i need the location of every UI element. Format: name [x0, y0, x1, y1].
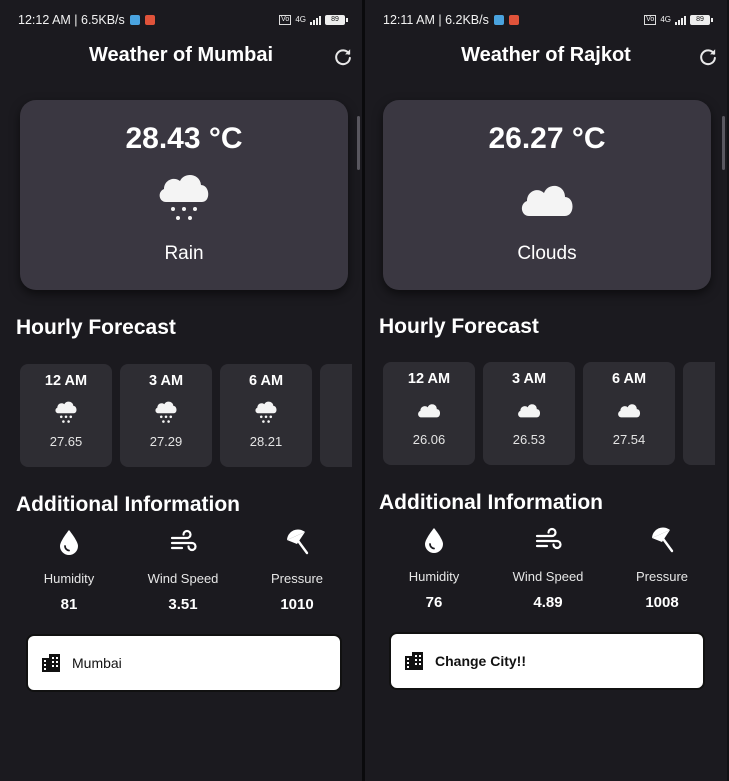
hourly-forecast-list[interactable]: 12 AM 27.65 3 AM 27.29 6 AM 28.21	[20, 364, 352, 468]
pressure-item: Pressure 1008	[607, 526, 717, 611]
forecast-temperature: 26.06	[412, 432, 446, 447]
status-time: 12:11 AM | 6.2KB/s	[383, 13, 489, 27]
hourly-forecast-title: Hourly Forecast	[16, 316, 176, 339]
info-value: 3.51	[168, 596, 198, 613]
scrollbar[interactable]	[722, 116, 725, 170]
info-value: 4.89	[533, 594, 563, 611]
hourly-forecast-card: 6 AM 27.54	[583, 362, 675, 465]
forecast-temperature: 27.65	[49, 434, 83, 449]
info-label: Wind Speed	[512, 569, 584, 584]
current-temperature: 26.27 °C	[488, 122, 606, 155]
forecast-time: 3 AM	[148, 373, 184, 389]
additional-info-row: Humidity 81 Wind Speed 3.51 Pressure 101…	[12, 528, 354, 613]
hourly-forecast-list[interactable]: 12 AM 26.06 3 AM 26.53 6 AM 27.54	[383, 362, 715, 466]
hourly-forecast-card: 3 AM 27.29	[120, 364, 212, 467]
current-weather-card: 28.43 °C Rain	[20, 100, 348, 290]
hourly-forecast-card: 3 AM 26.53	[483, 362, 575, 465]
forecast-temperature: 28.21	[249, 434, 283, 449]
water-drop-icon	[60, 530, 78, 555]
hourly-forecast-card: 6 AM 28.21	[220, 364, 312, 467]
rain-cloud-icon	[255, 401, 277, 423]
rain-cloud-icon	[55, 401, 77, 423]
info-value: 1008	[645, 594, 679, 611]
info-label: Pressure	[270, 571, 324, 586]
hourly-forecast-card-partial	[320, 364, 352, 467]
forecast-time: 6 AM	[611, 371, 647, 387]
hourly-forecast-card: 12 AM 27.65	[20, 364, 112, 467]
humidity-item: Humidity 76	[379, 526, 489, 611]
wind-speed-item: Wind Speed 3.51	[128, 528, 238, 613]
signal-icon	[310, 15, 321, 25]
cloud-icon	[521, 185, 573, 216]
city-input-field[interactable]	[26, 634, 342, 692]
humidity-item: Humidity 81	[14, 528, 124, 613]
refresh-icon[interactable]	[697, 46, 719, 68]
current-condition: Clouds	[517, 243, 577, 264]
forecast-time: 6 AM	[248, 373, 284, 389]
current-temperature: 28.43 °C	[125, 122, 243, 155]
forecast-time: 12 AM	[407, 371, 451, 387]
notification-icon	[144, 15, 155, 25]
cloud-icon	[618, 404, 641, 418]
beach-umbrella-icon	[287, 529, 309, 555]
status-bar: 12:12 AM | 6.5KB/s Vo 4G 89	[18, 11, 348, 29]
info-value: 81	[60, 596, 78, 613]
hourly-forecast-card: 12 AM 26.06	[383, 362, 475, 465]
info-label: Humidity	[43, 571, 95, 586]
page-title: Weather of Mumbai	[88, 44, 274, 66]
scrollbar[interactable]	[357, 116, 360, 170]
city-input[interactable]	[72, 655, 312, 671]
forecast-time: 12 AM	[44, 373, 88, 389]
current-weather-card: 26.27 °C Clouds	[383, 100, 711, 290]
beach-umbrella-icon	[652, 527, 674, 553]
notification-icon	[129, 15, 140, 25]
forecast-temperature: 26.53	[512, 432, 546, 447]
forecast-temperature: 27.29	[149, 434, 183, 449]
battery-icon: 89	[690, 15, 713, 25]
wind-icon	[535, 527, 562, 550]
current-condition: Rain	[164, 243, 204, 264]
info-label: Wind Speed	[147, 571, 219, 586]
hourly-forecast-title: Hourly Forecast	[379, 315, 539, 338]
city-input[interactable]	[435, 653, 675, 669]
rain-cloud-icon	[159, 175, 209, 220]
pressure-item: Pressure 1010	[242, 528, 352, 613]
volte-icon: Vo	[644, 15, 657, 25]
network-type: 4G	[660, 15, 671, 24]
additional-info-row: Humidity 76 Wind Speed 4.89 Pressure 100…	[377, 526, 719, 611]
volte-icon: Vo	[279, 15, 292, 25]
wind-speed-item: Wind Speed 4.89	[493, 526, 603, 611]
water-drop-icon	[425, 528, 443, 553]
additional-info-title: Additional Information	[379, 491, 603, 514]
wind-icon	[170, 529, 197, 552]
status-time: 12:12 AM | 6.5KB/s	[18, 13, 125, 27]
page-title: Weather of Rajkot	[461, 44, 631, 66]
info-value: 76	[425, 594, 443, 611]
network-type: 4G	[295, 15, 306, 24]
info-value: 1010	[280, 596, 314, 613]
signal-icon	[675, 15, 686, 25]
phone-screen-mumbai: 12:12 AM | 6.5KB/s Vo 4G 89 Weather of M…	[0, 0, 362, 781]
hourly-forecast-card-partial	[683, 362, 715, 465]
notification-icon	[508, 15, 519, 25]
forecast-time: 3 AM	[511, 371, 547, 387]
cloud-icon	[418, 404, 441, 418]
status-bar: 12:11 AM | 6.2KB/s Vo 4G 89	[383, 11, 713, 29]
building-icon	[42, 654, 60, 672]
city-input-field[interactable]	[389, 632, 705, 690]
battery-icon: 89	[325, 15, 348, 25]
refresh-icon[interactable]	[332, 46, 354, 68]
cloud-icon	[518, 404, 541, 418]
info-label: Humidity	[408, 569, 460, 584]
forecast-temperature: 27.54	[612, 432, 646, 447]
rain-cloud-icon	[155, 401, 177, 423]
additional-info-title: Additional Information	[16, 493, 240, 516]
building-icon	[405, 652, 423, 670]
notification-icon	[493, 15, 504, 25]
info-label: Pressure	[635, 569, 689, 584]
phone-screen-rajkot: 12:11 AM | 6.2KB/s Vo 4G 89 Weather of R…	[365, 0, 727, 781]
